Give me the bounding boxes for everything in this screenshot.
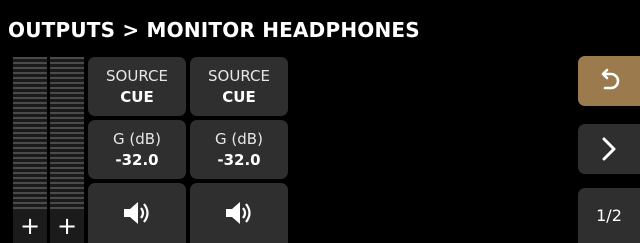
gain-value: -32.0 [115, 150, 159, 169]
gain-label: G (dB) [113, 129, 161, 148]
channel-2-mute-button[interactable] [190, 183, 288, 243]
gain-label: G (dB) [215, 129, 263, 148]
page-title: OUTPUTS > MONITOR HEADPHONES [8, 18, 420, 42]
level-meter-2: + [50, 57, 84, 243]
meter-2-add-button[interactable]: + [50, 209, 84, 243]
meter-1-add-button[interactable]: + [13, 209, 47, 243]
channel-1-mute-button[interactable] [88, 183, 186, 243]
next-button[interactable] [578, 124, 640, 174]
source-value: CUE [222, 87, 256, 106]
back-button[interactable] [578, 56, 640, 106]
speaker-icon [124, 202, 149, 224]
channel-2-source-button[interactable]: SOURCE CUE [190, 57, 288, 116]
source-label: SOURCE [106, 66, 168, 85]
channel-2-gain-button[interactable]: G (dB) -32.0 [190, 120, 288, 179]
chevron-right-icon [602, 137, 616, 161]
channel-1-gain-button[interactable]: G (dB) -32.0 [88, 120, 186, 179]
level-meter-1: + [13, 57, 47, 243]
channel-1-source-button[interactable]: SOURCE CUE [88, 57, 186, 116]
undo-arrow-icon [601, 68, 620, 90]
source-label: SOURCE [208, 66, 270, 85]
gain-value: -32.0 [217, 150, 261, 169]
page-indicator-button[interactable]: 1/2 [578, 188, 640, 243]
source-value: CUE [120, 87, 154, 106]
speaker-icon [226, 202, 251, 224]
